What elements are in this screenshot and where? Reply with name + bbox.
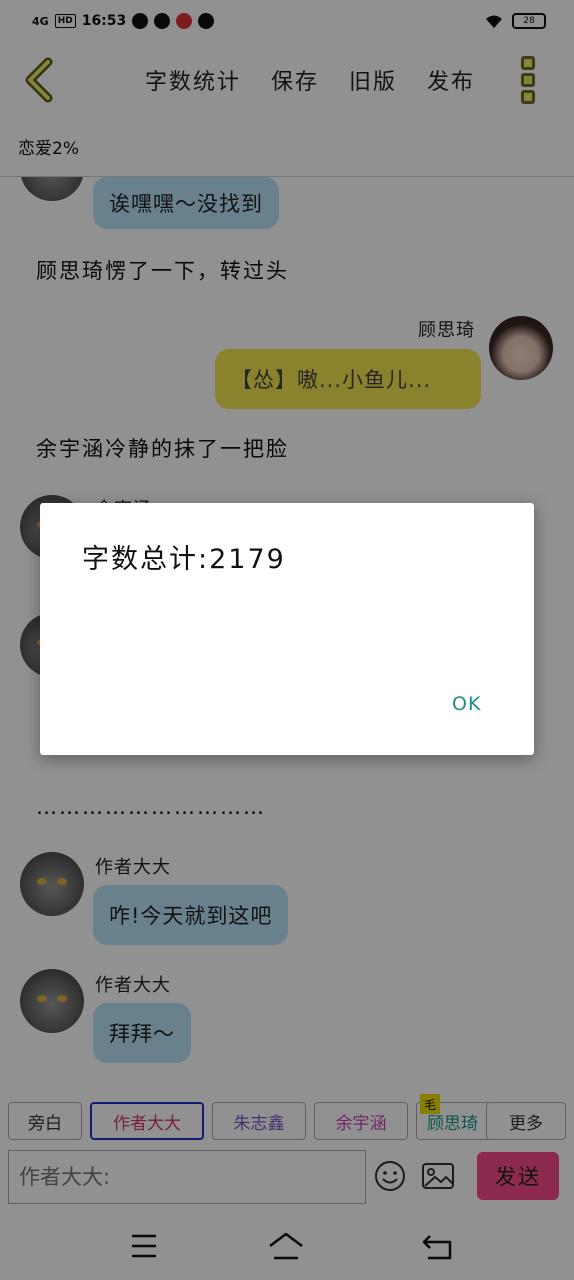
ok-button[interactable]: OK: [444, 689, 489, 719]
dialog-message: 字数总计:2179: [82, 544, 286, 575]
word-count-dialog: 字数总计:2179 OK: [40, 503, 534, 755]
